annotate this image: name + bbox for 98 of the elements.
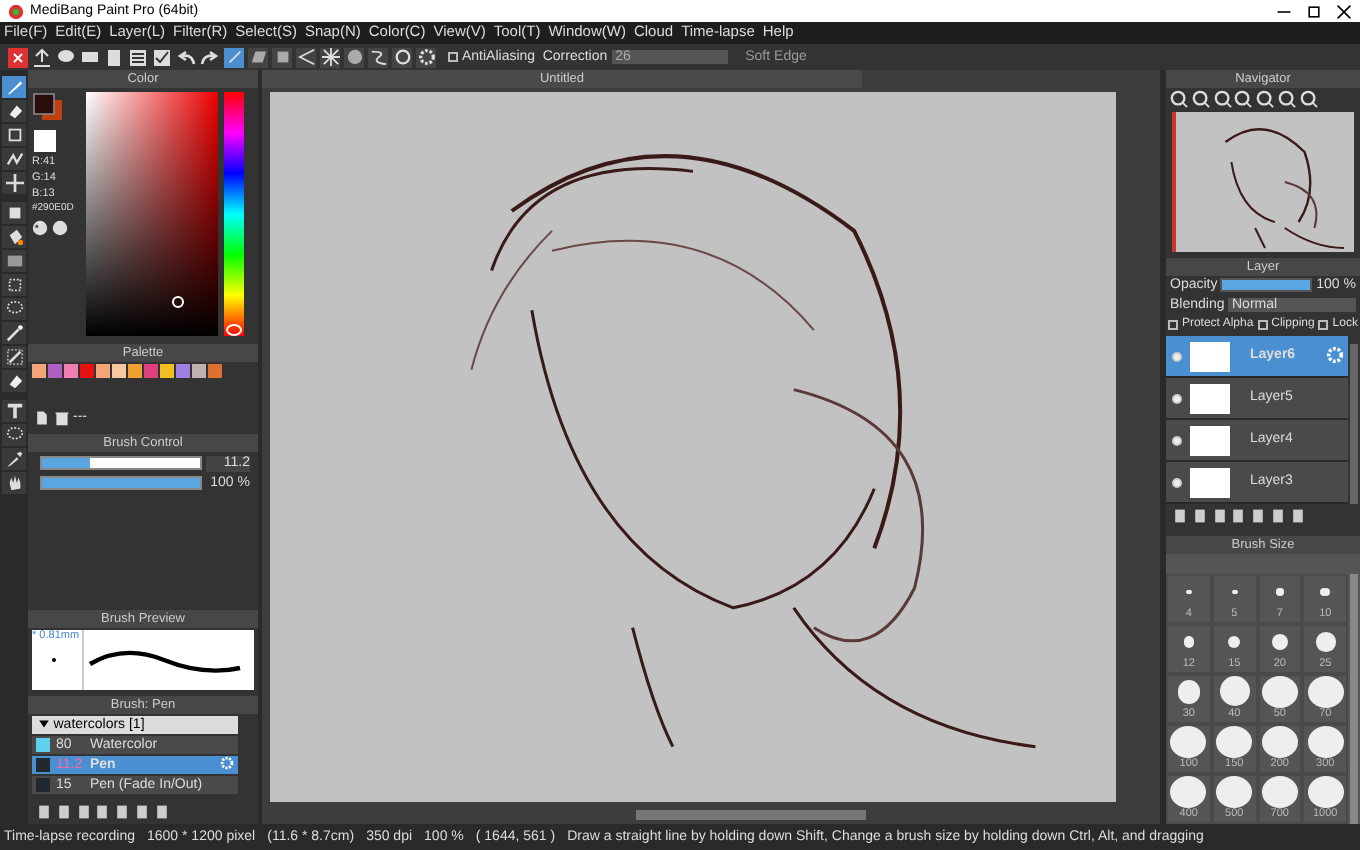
dashed-square-tool[interactable]	[2, 274, 26, 296]
undo-icon[interactable]	[176, 47, 196, 67]
option-checkbox[interactable]	[1318, 320, 1329, 331]
burst-icon	[321, 48, 339, 66]
filled-square-tool[interactable]	[2, 202, 26, 224]
palette-swatch[interactable]	[96, 364, 110, 378]
curve-button[interactable]	[368, 47, 388, 67]
palette-swatch[interactable]	[64, 364, 78, 378]
hand-tool[interactable]	[2, 472, 26, 494]
app-logo-icon	[8, 3, 24, 19]
circle-icon	[345, 48, 363, 66]
pen-icon	[5, 348, 23, 366]
eraser-tool[interactable]	[2, 100, 26, 122]
eraser-icon	[5, 102, 23, 120]
palette-swatch[interactable]	[192, 364, 206, 378]
list-icon[interactable]	[128, 47, 148, 67]
curve-icon	[369, 48, 387, 66]
brush-icon	[5, 78, 23, 96]
visibility-dot-icon[interactable]	[1172, 477, 1182, 487]
palette-icon[interactable]	[51, 219, 68, 236]
visibility-dot-icon[interactable]	[1172, 435, 1182, 445]
close-icon[interactable]	[8, 47, 28, 67]
layer-thumbnail	[1190, 467, 1230, 497]
visibility-dot-icon[interactable]	[1172, 393, 1182, 403]
parallelogram-icon	[249, 48, 267, 66]
palette-swatch[interactable]	[112, 364, 126, 378]
wedge-icon	[297, 48, 315, 66]
slash-icon	[225, 48, 243, 66]
gear-icon[interactable]	[1326, 346, 1345, 365]
polyline-icon	[5, 150, 23, 168]
color-picker-ring	[172, 296, 184, 308]
lasso-icon	[5, 426, 23, 444]
bucket-icon	[5, 228, 23, 246]
brush-size-slider[interactable]	[40, 456, 203, 471]
bucket-tool[interactable]	[2, 226, 26, 248]
gradient-tool[interactable]	[2, 250, 26, 272]
ring-button[interactable]	[392, 47, 412, 67]
dashed-square-icon	[5, 276, 23, 294]
layer-thumbnail	[1190, 341, 1230, 371]
expand-arrow-icon[interactable]	[38, 717, 50, 730]
gear-icon[interactable]	[220, 756, 235, 771]
circle-button[interactable]	[344, 47, 364, 67]
wand-tool[interactable]	[2, 322, 26, 344]
zoom-in-icon[interactable]	[1191, 90, 1210, 108]
move-icon	[5, 174, 23, 192]
palette-swatch[interactable]	[48, 364, 62, 378]
hand-icon	[5, 474, 23, 492]
redo-icon[interactable]	[200, 47, 220, 67]
zoom-out-icon[interactable]	[1234, 90, 1253, 108]
palette-swatch[interactable]	[128, 364, 142, 378]
eraser-tool[interactable]	[2, 370, 26, 392]
polyline-tool[interactable]	[2, 148, 26, 170]
gear-icon	[417, 48, 435, 66]
option-checkbox[interactable]	[1168, 320, 1178, 331]
transparent-swatch[interactable]	[34, 130, 56, 152]
palette-swatch[interactable]	[176, 364, 190, 378]
palette-swatch[interactable]	[32, 364, 46, 378]
layer-thumbnail	[1190, 383, 1230, 413]
pen-tool[interactable]	[2, 346, 26, 368]
wand-icon	[5, 324, 23, 342]
burst-button[interactable]	[320, 47, 340, 67]
square-tool[interactable]	[2, 124, 26, 146]
layer-thumbnail	[1190, 425, 1230, 455]
gradient-icon	[5, 252, 23, 270]
palette-swatch[interactable]	[80, 364, 94, 378]
lasso-tool[interactable]	[2, 424, 26, 446]
primary-color-swatch[interactable]	[33, 93, 55, 115]
restore-icon[interactable]	[1306, 3, 1322, 19]
gear-button[interactable]	[416, 47, 436, 67]
eraser-icon	[5, 372, 23, 390]
move-tool[interactable]	[2, 172, 26, 194]
wedge-button[interactable]	[296, 47, 316, 67]
hue-strip[interactable]	[224, 92, 244, 336]
hue-ring-icon	[226, 324, 242, 336]
text-tool[interactable]	[2, 400, 26, 422]
palette-icon[interactable]	[32, 219, 48, 236]
text-icon	[5, 402, 23, 420]
checklist-icon[interactable]	[152, 47, 172, 67]
ring-icon	[393, 48, 411, 66]
dropper-icon	[5, 450, 23, 468]
lasso-icon	[5, 300, 23, 318]
zoom-in-icon[interactable]	[1170, 90, 1188, 108]
parallelogram-button[interactable]	[248, 47, 268, 67]
option-checkbox[interactable]	[1257, 320, 1268, 331]
visibility-dot-icon[interactable]	[1172, 351, 1182, 361]
scrollbar[interactable]	[1350, 344, 1358, 504]
close-icon[interactable]	[1336, 3, 1352, 19]
palette-swatch[interactable]	[144, 364, 158, 378]
scrollbar[interactable]	[1350, 574, 1358, 824]
lasso-tool[interactable]	[2, 298, 26, 320]
palette-swatch[interactable]	[160, 364, 174, 378]
dropper-tool[interactable]	[2, 448, 26, 470]
slash-button[interactable]	[224, 47, 244, 67]
scrollbar-thumb[interactable]	[636, 810, 866, 821]
filled-square-icon	[5, 204, 23, 222]
color-square[interactable]	[86, 92, 218, 336]
palette-swatch[interactable]	[208, 364, 222, 378]
antialiasing-checkbox[interactable]	[448, 52, 458, 62]
